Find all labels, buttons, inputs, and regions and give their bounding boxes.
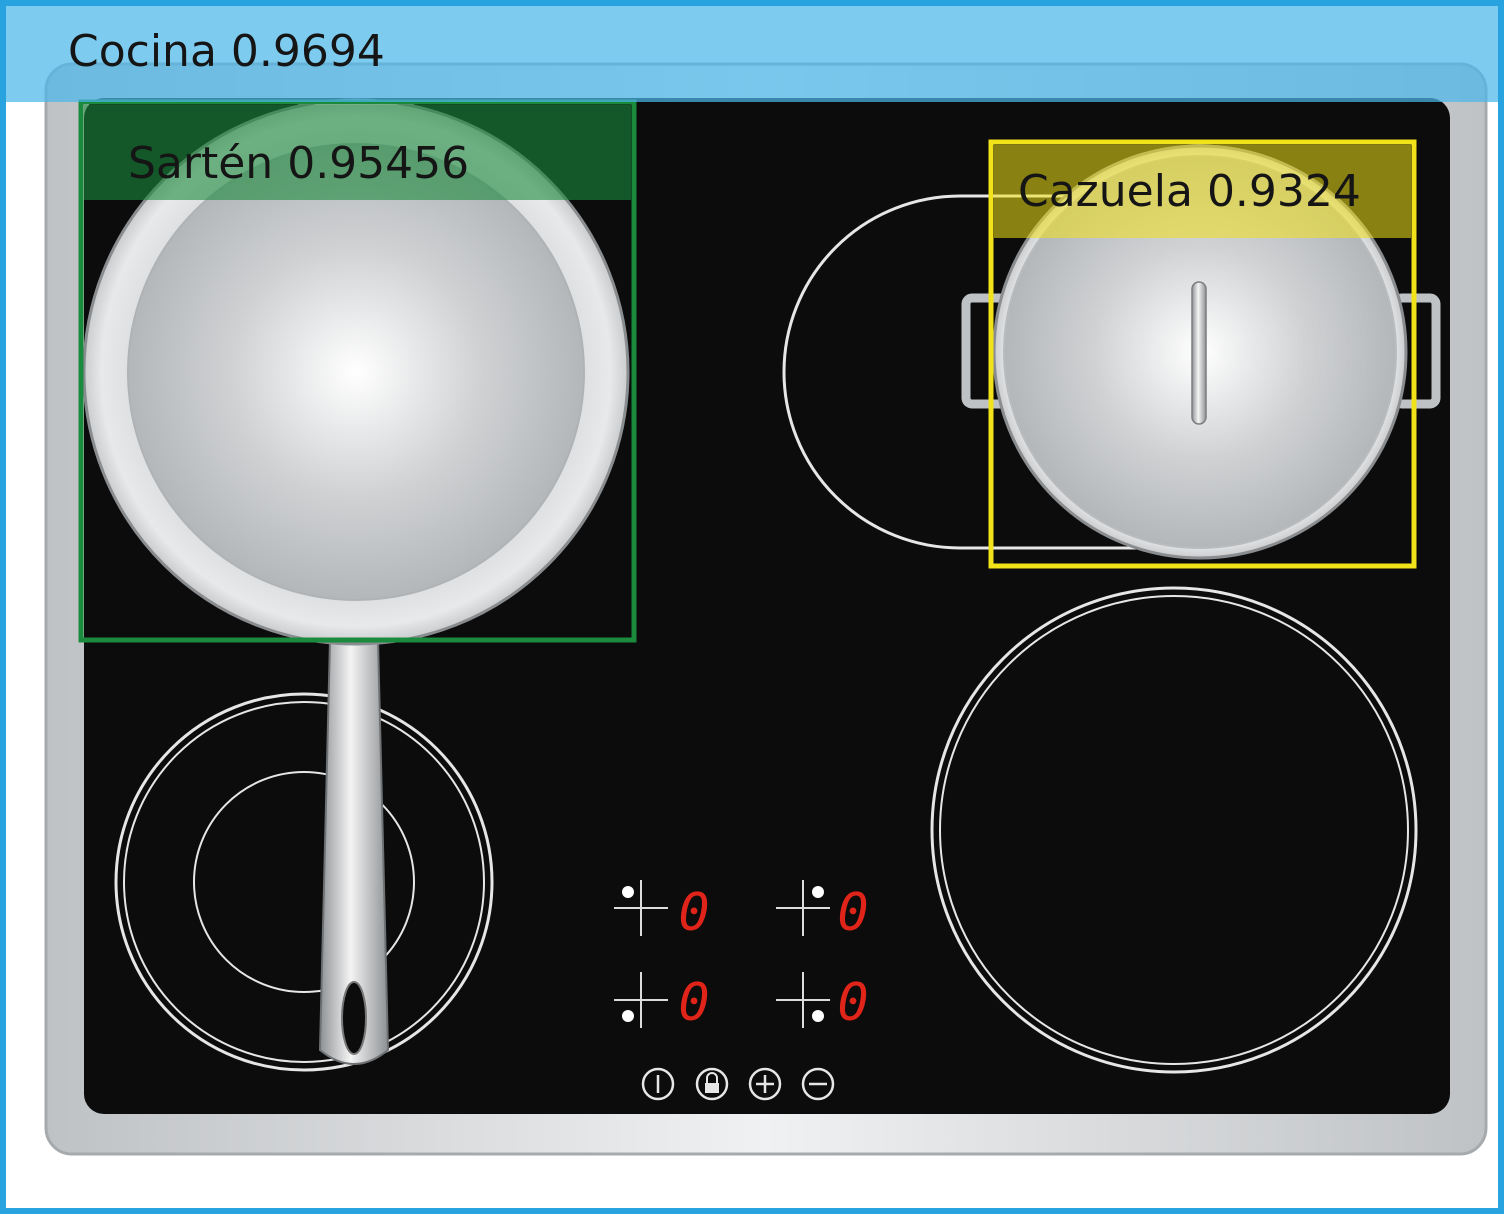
pot-label-text: Cazuela — [1018, 166, 1193, 217]
zone-display-bottom-left: 0 — [678, 973, 709, 1033]
scene: 0 0 0 0 Cocina 0.9694 Sartén 0.95456 Caz… — [0, 0, 1504, 1214]
zone-display-top-right: 0 — [837, 883, 868, 943]
pot-detection-label: Cazuela 0.9324 — [1018, 170, 1361, 214]
kitchen-label-text: Cocina — [68, 26, 217, 77]
zone-display-top-left: 0 — [678, 883, 709, 943]
kitchen-detection-label: Cocina 0.9694 — [68, 30, 385, 74]
zone-display-bottom-right: 0 — [837, 973, 868, 1033]
kitchen-score: 0.9694 — [230, 26, 385, 77]
pan-detection-label: Sartén 0.95456 — [128, 142, 469, 186]
pan-score: 0.95456 — [287, 138, 470, 189]
pan-label-text: Sartén — [128, 138, 274, 189]
pot-score: 0.9324 — [1206, 166, 1361, 217]
pan-handle — [318, 639, 390, 1065]
